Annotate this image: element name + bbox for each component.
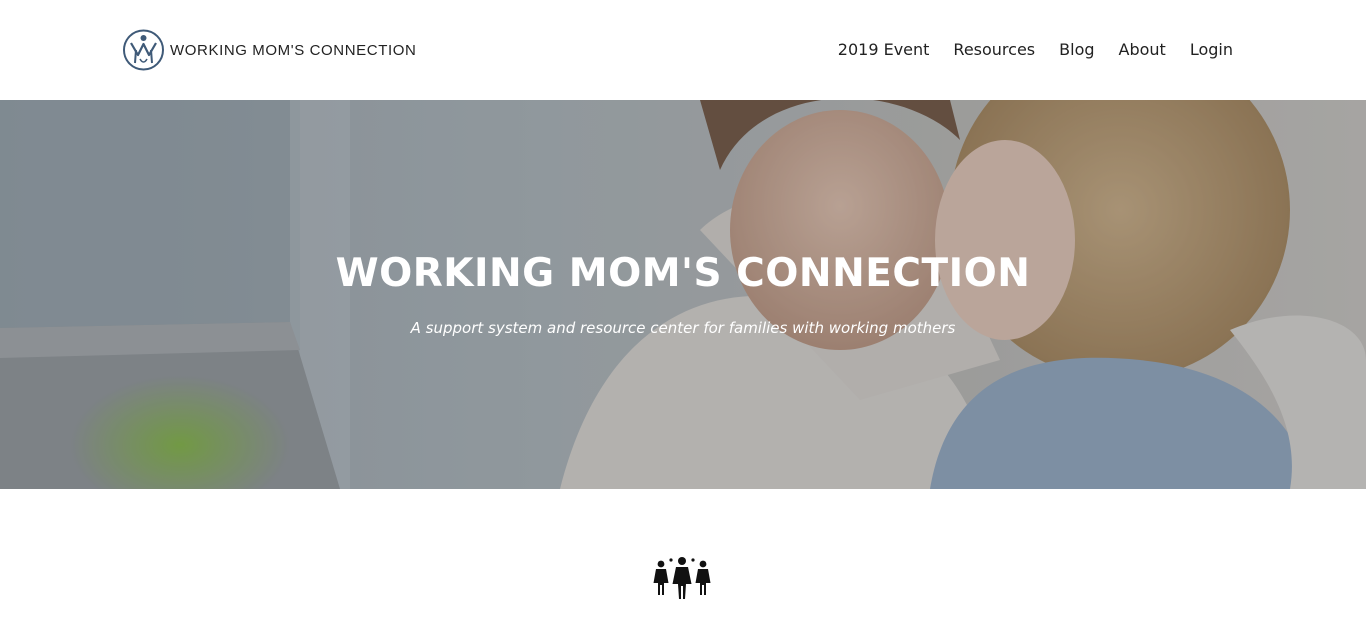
nav-item-2019-event[interactable]: 2019 Event <box>838 38 930 62</box>
main-nav: 2019 Event Resources Blog About Login <box>838 38 1233 62</box>
site-header: WORKING MOM'S CONNECTION 2019 Event Reso… <box>0 0 1366 100</box>
group-of-women-icon <box>653 557 711 599</box>
hero-banner: WORKING MOM'S CONNECTION A support syste… <box>0 100 1366 489</box>
nav-item-login[interactable]: Login <box>1190 38 1233 62</box>
nav-item-resources[interactable]: Resources <box>953 38 1035 62</box>
hero-title: WORKING MOM'S CONNECTION <box>335 251 1031 296</box>
mom-figure-logo-icon <box>123 29 164 71</box>
hero-subtitle: A support system and resource center for… <box>410 319 956 337</box>
logo-link[interactable]: WORKING MOM'S CONNECTION <box>122 29 416 71</box>
nav-item-about[interactable]: About <box>1119 38 1166 62</box>
nav-item-blog[interactable]: Blog <box>1059 38 1094 62</box>
logo-text: WORKING MOM'S CONNECTION <box>170 41 417 59</box>
